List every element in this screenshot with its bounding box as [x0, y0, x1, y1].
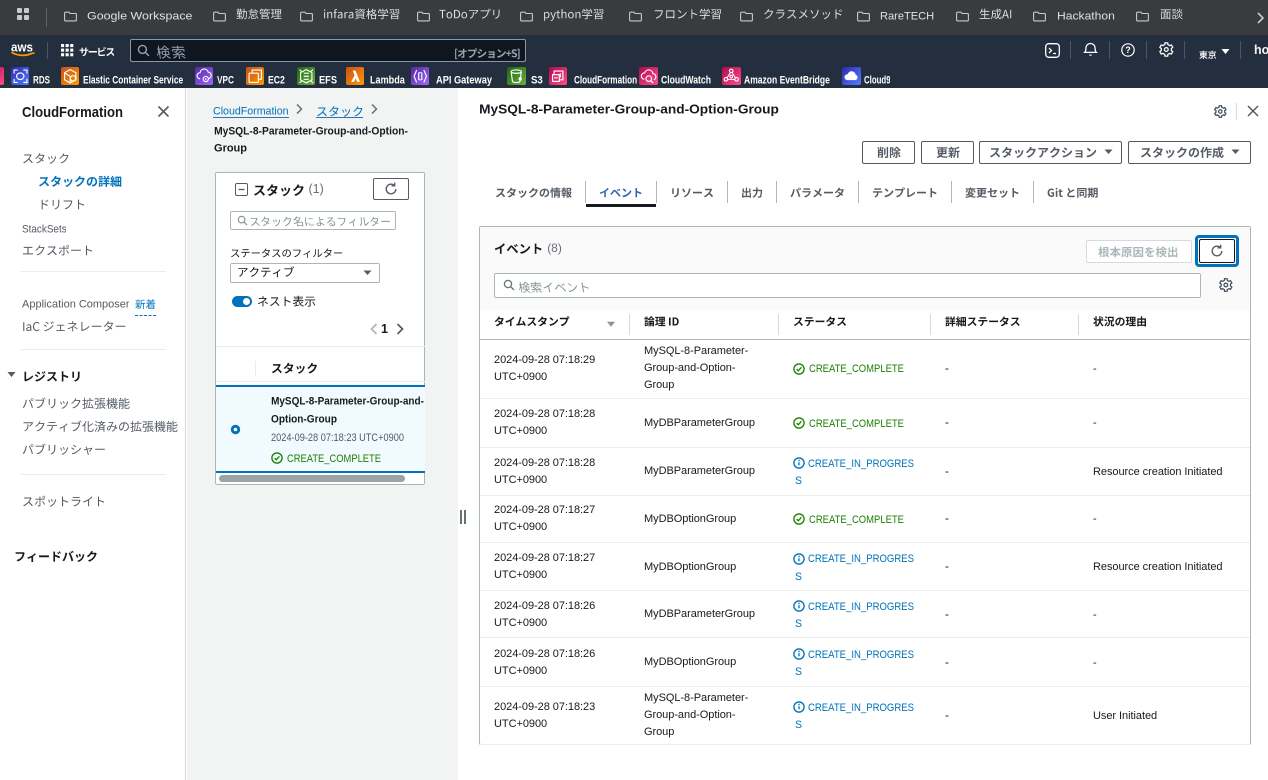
svg-text:CloudFormation: CloudFormation: [213, 105, 289, 117]
svg-text:S: S: [795, 619, 802, 631]
svg-text:VPC: VPC: [217, 74, 234, 86]
svg-text:CREATE_COMPLETE: CREATE_COMPLETE: [809, 363, 904, 375]
svg-text:MySQL-8-Parameter-Group-and-: MySQL-8-Parameter-Group-and-: [271, 395, 424, 407]
svg-text:S3: S3: [531, 74, 543, 86]
svg-text:CREATE_IN_PROGRES: CREATE_IN_PROGRES: [808, 601, 914, 613]
svg-text:S: S: [795, 571, 802, 583]
svg-text:Elastic Container Service: Elastic Container Service: [83, 74, 183, 86]
svg-text:RDS: RDS: [33, 74, 50, 86]
svg-text:CREATE_IN_PROGRES: CREATE_IN_PROGRES: [808, 702, 914, 714]
svg-text:MySQL-8-Parameter-Group-and-Op: MySQL-8-Parameter-Group-and-Option-Group: [479, 102, 779, 117]
svg-text:?: ?: [1125, 45, 1131, 55]
svg-text:StackSets: StackSets: [22, 223, 67, 235]
svg-text:S: S: [795, 720, 802, 732]
svg-text:CREATE_COMPLETE: CREATE_COMPLETE: [809, 514, 904, 526]
svg-text:Group: Group: [214, 142, 247, 154]
svg-text:Option-Group: Option-Group: [271, 413, 337, 425]
svg-text:2024-09-28 07:18:23 UTC+0900: 2024-09-28 07:18:23 UTC+0900: [271, 432, 404, 444]
svg-text:Google Workspace: Google Workspace: [87, 10, 192, 22]
svg-text:S: S: [795, 476, 802, 488]
svg-text:CREATE_IN_PROGRES: CREATE_IN_PROGRES: [808, 458, 914, 470]
svg-text:API Gateway: API Gateway: [436, 74, 492, 86]
svg-text:RareTECH: RareTECH: [880, 10, 934, 22]
svg-text:CREATE_IN_PROGRES: CREATE_IN_PROGRES: [808, 553, 914, 565]
svg-text:CREATE_IN_PROGRES: CREATE_IN_PROGRES: [808, 649, 914, 661]
svg-text:Hackathon: Hackathon: [1057, 10, 1115, 22]
svg-text:MySQL-8-Parameter-Group-and-Op: MySQL-8-Parameter-Group-and-Option-: [214, 125, 408, 137]
svg-text:Amazon EventBridge: Amazon EventBridge: [744, 74, 830, 86]
svg-text:aws: aws: [11, 41, 33, 55]
svg-text:S: S: [795, 666, 802, 678]
svg-text:Cloud9: Cloud9: [864, 74, 891, 86]
svg-text:CloudWatch: CloudWatch: [661, 74, 711, 86]
svg-text:EFS: EFS: [319, 74, 337, 86]
svg-text:CREATE_COMPLETE: CREATE_COMPLETE: [809, 418, 904, 430]
svg-text:EC2: EC2: [268, 74, 285, 86]
svg-text:CloudFormation: CloudFormation: [574, 74, 637, 86]
svg-text:CloudFormation: CloudFormation: [22, 105, 123, 121]
svg-text:CREATE_COMPLETE: CREATE_COMPLETE: [287, 453, 381, 465]
svg-text:Application Composer: Application Composer: [22, 298, 130, 310]
svg-text:Lambda: Lambda: [370, 74, 405, 86]
